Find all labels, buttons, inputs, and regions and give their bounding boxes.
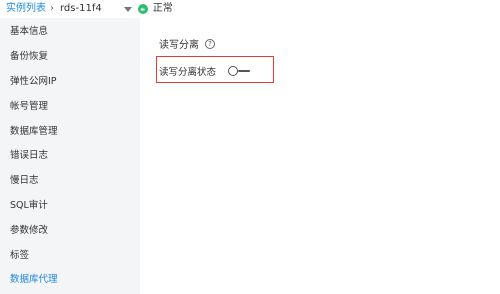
sidebar-item-database-management[interactable]: 数据库管理 bbox=[0, 117, 140, 142]
sidebar-item-sql-audit[interactable]: SQL审计 bbox=[0, 192, 140, 217]
question-circle-icon[interactable]: ? bbox=[205, 38, 215, 49]
breadcrumb-separator: › bbox=[50, 3, 54, 14]
read-write-split-toggle[interactable] bbox=[228, 66, 251, 76]
instance-status-text: 正常 bbox=[152, 3, 173, 14]
sidebar-item-label: 帐号管理 bbox=[10, 100, 49, 112]
toggle-knob bbox=[228, 66, 239, 76]
read-write-split-status-row: 读写分离状态 bbox=[159, 64, 251, 78]
breadcrumb-current-instance: rds-11f4 bbox=[60, 3, 102, 14]
sidebar-item-tags[interactable]: 标签 bbox=[0, 241, 140, 266]
toggle-track bbox=[238, 70, 251, 72]
status-ok-icon bbox=[137, 4, 148, 14]
sidebar-item-label: 慢日志 bbox=[10, 175, 39, 187]
sidebar-item-label: 基本信息 bbox=[10, 26, 49, 38]
sidebar-item-elastic-ip[interactable]: 弹性公网IP bbox=[0, 68, 140, 93]
main-content: 读写分离 ? 读写分离状态 bbox=[140, 18, 500, 294]
sidebar-item-database-proxy[interactable]: 数据库代理 bbox=[0, 266, 140, 291]
sidebar-item-label: 数据库管理 bbox=[10, 125, 58, 137]
sidebar-item-label: 错误日志 bbox=[10, 150, 49, 162]
sidebar-item-label: SQL审计 bbox=[10, 199, 48, 211]
sidebar-item-basic-info[interactable]: 基本信息 bbox=[0, 18, 140, 43]
section-title: 读写分离 ? bbox=[159, 36, 215, 51]
sidebar-item-label: 标签 bbox=[10, 249, 30, 261]
sidebar-item-slow-log[interactable]: 慢日志 bbox=[0, 167, 140, 192]
sidebar-item-label: 弹性公网IP bbox=[10, 75, 57, 87]
sidebar-item-error-log[interactable]: 错误日志 bbox=[0, 142, 140, 167]
instance-dropdown-caret-icon[interactable] bbox=[123, 6, 132, 12]
sidebar-item-label: 参数修改 bbox=[10, 224, 49, 236]
sidebar-item-account-management[interactable]: 帐号管理 bbox=[0, 92, 140, 117]
read-write-split-status-label: 读写分离状态 bbox=[159, 67, 217, 78]
read-write-split-title: 读写分离 bbox=[159, 40, 199, 51]
sidebar-item-label: 备份恢复 bbox=[10, 51, 49, 63]
breadcrumb-instance-list-link[interactable]: 实例列表 bbox=[6, 0, 46, 18]
sidebar-item-label: 数据库代理 bbox=[10, 274, 58, 286]
sidebar-item-backup-restore[interactable]: 备份恢复 bbox=[0, 43, 140, 68]
top-bar: 实例列表 › rds-11f4 正常 bbox=[0, 0, 500, 18]
sidebar: 基本信息 备份恢复 弹性公网IP 帐号管理 数据库管理 错误日志 慢日志 SQL… bbox=[0, 18, 140, 294]
sidebar-item-parameter-modify[interactable]: 参数修改 bbox=[0, 216, 140, 241]
